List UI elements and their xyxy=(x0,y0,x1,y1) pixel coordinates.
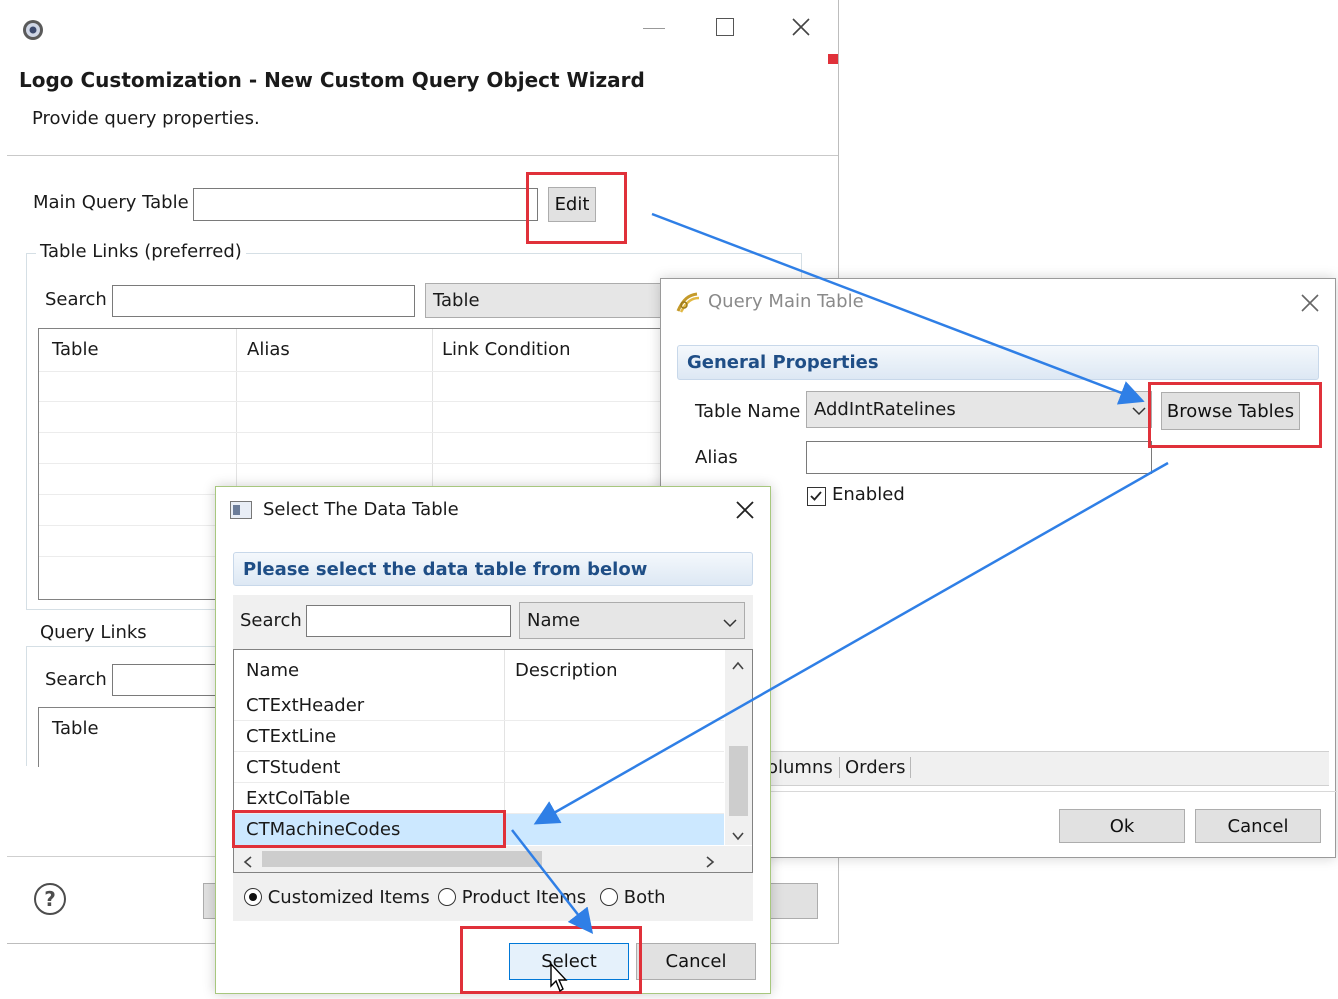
arrow-edit-to-browse xyxy=(651,212,1145,405)
annotation-arrows xyxy=(511,212,1169,934)
arrow-browse-to-row xyxy=(533,461,1169,825)
arrow-row-to-select xyxy=(511,829,594,934)
